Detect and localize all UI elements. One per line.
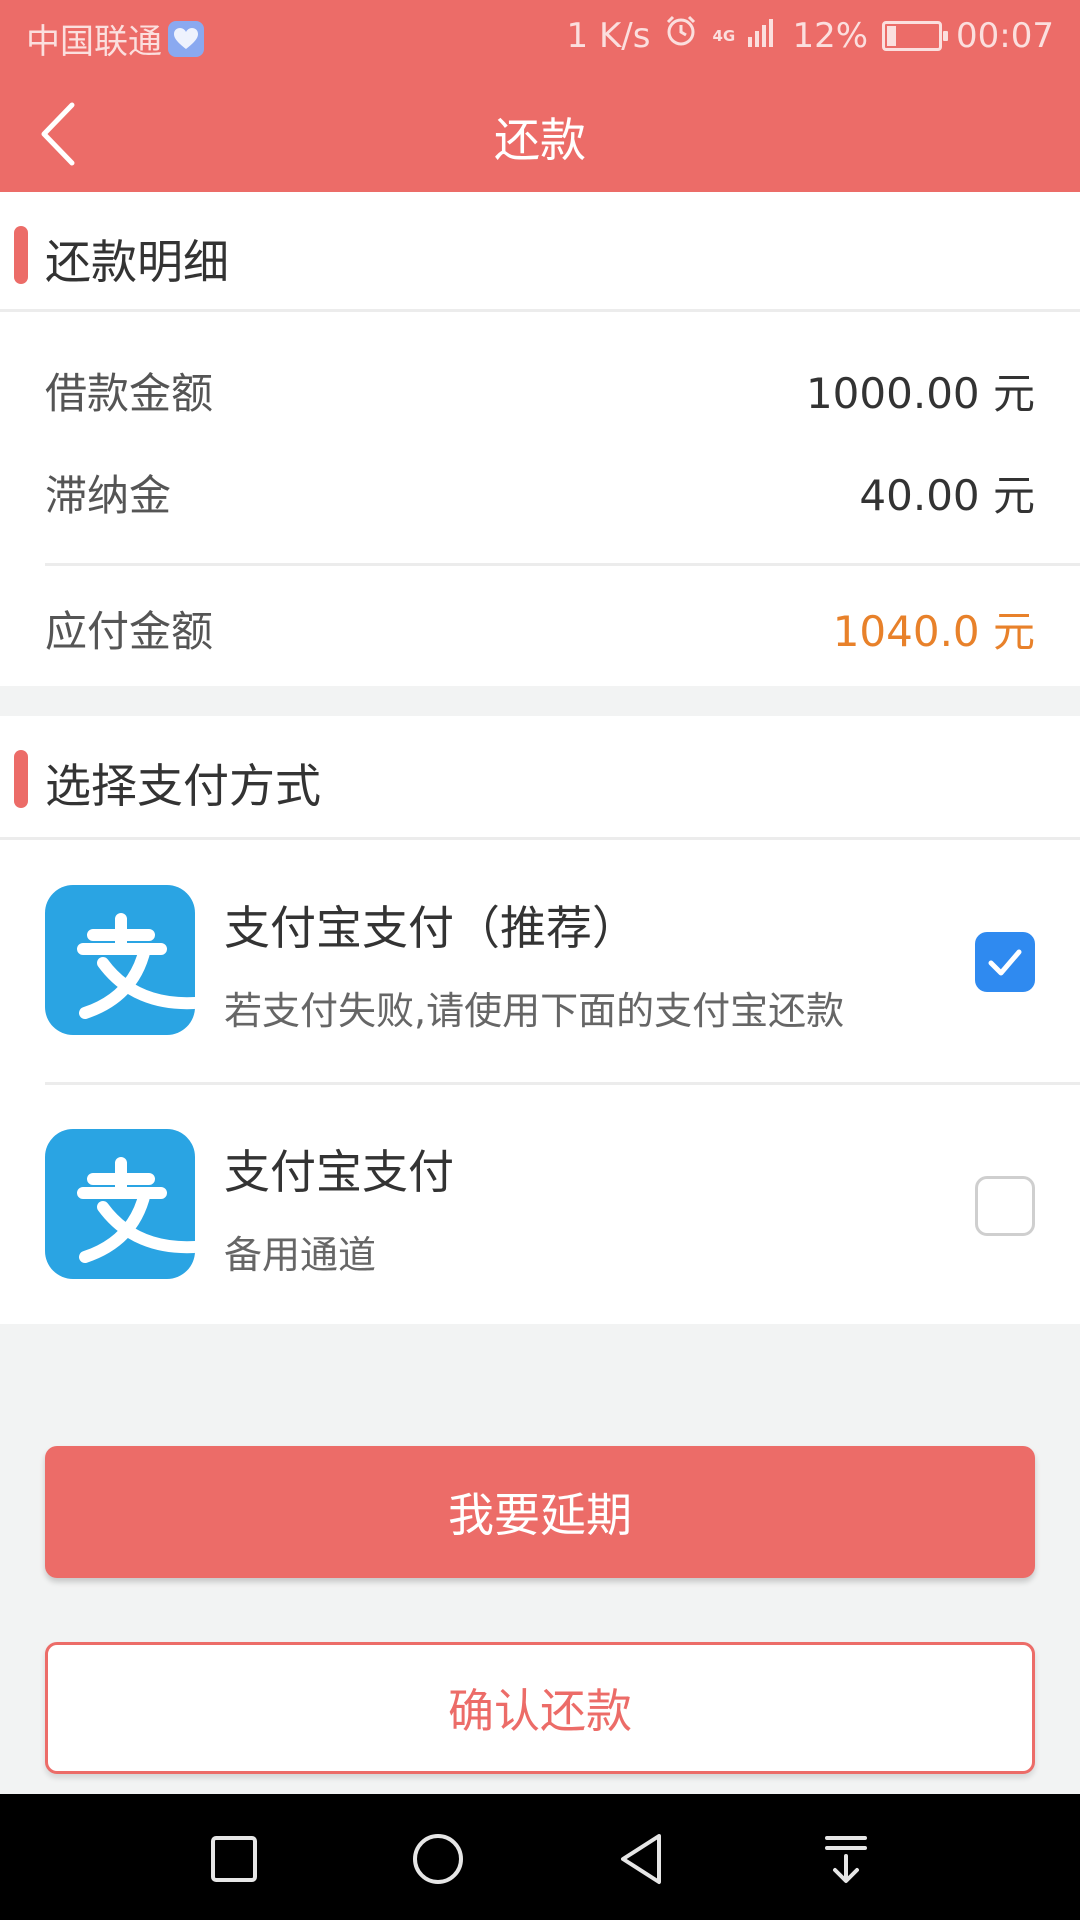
- checkbox-checked[interactable]: [975, 932, 1035, 992]
- payment-option-title: 支付宝支付（推荐）: [224, 901, 638, 955]
- network-type: 4G: [712, 26, 736, 45]
- loan-amount-row: 借款金额 1000.00 元: [45, 360, 1035, 420]
- confirm-repayment-button[interactable]: 确认还款: [45, 1642, 1035, 1774]
- top-bar: 中国联通 1 K/s 4G 12% 00:07 还款: [0, 0, 1080, 192]
- checkbox-unchecked[interactable]: [975, 1176, 1035, 1236]
- section-header: 选择支付方式: [0, 716, 1080, 840]
- carrier-name: 中国联通: [26, 22, 162, 62]
- status-bar: 中国联通 1 K/s 4G 12% 00:07: [0, 0, 1080, 74]
- payment-option-subtitle: 若支付失败,请使用下面的支付宝还款: [224, 989, 845, 1033]
- section-header: 还款明细: [0, 192, 1080, 312]
- loan-amount-value: 1000.00 元: [805, 368, 1035, 418]
- notification-pull-button[interactable]: [811, 1824, 881, 1894]
- repayment-details-section: 还款明细 借款金额 1000.00 元 滞纳金 40.00 元 应付金额 104…: [0, 192, 1080, 686]
- late-fee-value: 40.00 元: [859, 470, 1035, 520]
- section-accent-bar: [14, 226, 28, 284]
- status-right: 1 K/s 4G 12% 00:07: [567, 14, 1054, 57]
- battery-percent: 12%: [792, 15, 869, 56]
- header: 还款: [0, 74, 1080, 192]
- total-label: 应付金额: [45, 606, 214, 656]
- section-title: 选择支付方式: [45, 759, 321, 813]
- alipay-logo-icon: [45, 885, 195, 1035]
- recents-button[interactable]: [199, 1824, 269, 1894]
- payment-method-section: 选择支付方式 支付宝支付（推荐） 若支付失败,请使用下面的支付宝还款 支付宝支付…: [0, 716, 1080, 1324]
- carrier-badge-icon: [168, 20, 204, 57]
- total-value: 1040.0 元: [832, 606, 1035, 656]
- payment-option-subtitle: 备用通道: [224, 1233, 377, 1277]
- check-icon: [988, 949, 1022, 976]
- status-left: 中国联通: [26, 14, 204, 63]
- pull-down-icon: [825, 1836, 867, 1883]
- divider: [45, 563, 1080, 566]
- late-fee-label: 滞纳金: [45, 470, 172, 520]
- square-icon: [211, 1836, 257, 1882]
- clock: 00:07: [956, 15, 1054, 56]
- payment-option-title: 支付宝支付: [224, 1145, 454, 1199]
- section-title: 还款明细: [45, 235, 229, 289]
- total-row: 应付金额 1040.0 元: [45, 598, 1035, 658]
- triangle-back-icon: [621, 1834, 661, 1884]
- alarm-icon: [664, 14, 698, 57]
- back-nav-button[interactable]: [607, 1824, 677, 1894]
- circle-icon: [413, 1834, 463, 1884]
- page-title: 还款: [494, 113, 586, 167]
- system-nav-bar: [0, 1794, 1080, 1920]
- payment-option-alipay-recommended[interactable]: 支付宝支付（推荐） 若支付失败,请使用下面的支付宝还款: [0, 840, 1080, 1080]
- late-fee-row: 滞纳金 40.00 元: [45, 462, 1035, 522]
- extend-button[interactable]: 我要延期: [45, 1446, 1035, 1578]
- alipay-logo-icon: [45, 1129, 195, 1279]
- payment-option-alipay-backup[interactable]: 支付宝支付 备用通道: [0, 1084, 1080, 1324]
- home-button[interactable]: [403, 1824, 473, 1894]
- section-accent-bar: [14, 750, 28, 808]
- signal-icon: [748, 16, 778, 56]
- battery-icon: [882, 20, 949, 51]
- network-speed: 1 K/s: [566, 15, 651, 56]
- loan-amount-label: 借款金额: [45, 368, 214, 418]
